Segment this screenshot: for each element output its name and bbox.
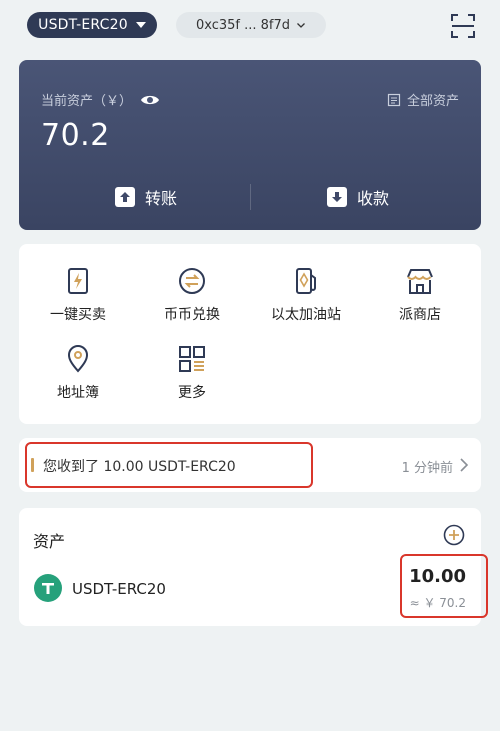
feature-label: 一键买卖 bbox=[50, 307, 106, 323]
eye-icon[interactable] bbox=[140, 93, 160, 107]
usdt-logo-icon bbox=[34, 574, 62, 602]
balance-label-row: 当前资产（￥） bbox=[41, 90, 160, 109]
feature-grid: 一键买卖 币币兑换 以太加油站 派商店 地址簿 更多 bbox=[19, 244, 481, 424]
feature-swap[interactable]: 币币兑换 bbox=[137, 266, 247, 324]
network-label: USDT-ERC20 bbox=[38, 17, 128, 33]
location-pin-icon bbox=[67, 345, 89, 373]
scan-icon[interactable] bbox=[450, 13, 476, 39]
store-icon bbox=[407, 269, 433, 294]
balance-label: 当前资产（￥） bbox=[41, 94, 133, 109]
address-selector[interactable]: 0xc35f ... 8f7d bbox=[176, 12, 326, 38]
network-selector[interactable]: USDT-ERC20 bbox=[27, 12, 157, 38]
balance-amount: 70.2 bbox=[41, 118, 110, 153]
feature-store[interactable]: 派商店 bbox=[365, 266, 475, 324]
highlight-box-amount bbox=[400, 554, 488, 618]
feature-gas-station[interactable]: 以太加油站 bbox=[251, 266, 361, 324]
feature-label: 地址簿 bbox=[57, 385, 99, 401]
top-bar: USDT-ERC20 0xc35f ... 8f7d bbox=[0, 0, 500, 52]
add-asset-icon[interactable] bbox=[443, 524, 465, 546]
wallet-address: 0xc35f ... 8f7d bbox=[195, 17, 291, 33]
feature-more[interactable]: 更多 bbox=[137, 344, 247, 402]
action-divider bbox=[250, 184, 251, 210]
all-assets-link[interactable]: 全部资产 bbox=[387, 90, 459, 109]
assets-title: 资产 bbox=[33, 532, 66, 551]
chevron-right-icon bbox=[460, 458, 469, 472]
feature-label: 派商店 bbox=[399, 307, 441, 323]
feature-buy-sell[interactable]: 一键买卖 bbox=[23, 266, 133, 324]
transfer-label: 转账 bbox=[145, 189, 178, 208]
document-icon bbox=[387, 93, 401, 106]
gas-station-icon bbox=[296, 268, 316, 294]
feature-label: 币币兑换 bbox=[164, 307, 220, 323]
swap-icon bbox=[179, 268, 205, 294]
grid-more-icon bbox=[179, 346, 205, 372]
balance-card: 当前资产（￥） 全部资产 70.2 转账 收款 bbox=[19, 60, 481, 230]
download-arrow-icon bbox=[327, 187, 347, 207]
chevron-down-icon bbox=[297, 23, 305, 28]
asset-name: USDT-ERC20 bbox=[72, 580, 166, 598]
feature-label: 更多 bbox=[178, 385, 206, 401]
notification-time: 1 分钟前 bbox=[401, 461, 453, 476]
feature-label: 以太加油站 bbox=[271, 307, 341, 323]
caret-down-icon bbox=[135, 22, 146, 28]
receive-button[interactable]: 收款 bbox=[327, 184, 389, 210]
transfer-button[interactable]: 转账 bbox=[115, 184, 177, 210]
all-assets-label: 全部资产 bbox=[406, 94, 459, 109]
bolt-card-icon bbox=[68, 268, 88, 294]
highlight-box-notification bbox=[25, 442, 313, 488]
upload-arrow-icon bbox=[115, 187, 135, 207]
feature-address-book[interactable]: 地址簿 bbox=[23, 344, 133, 402]
receive-label: 收款 bbox=[357, 189, 390, 208]
